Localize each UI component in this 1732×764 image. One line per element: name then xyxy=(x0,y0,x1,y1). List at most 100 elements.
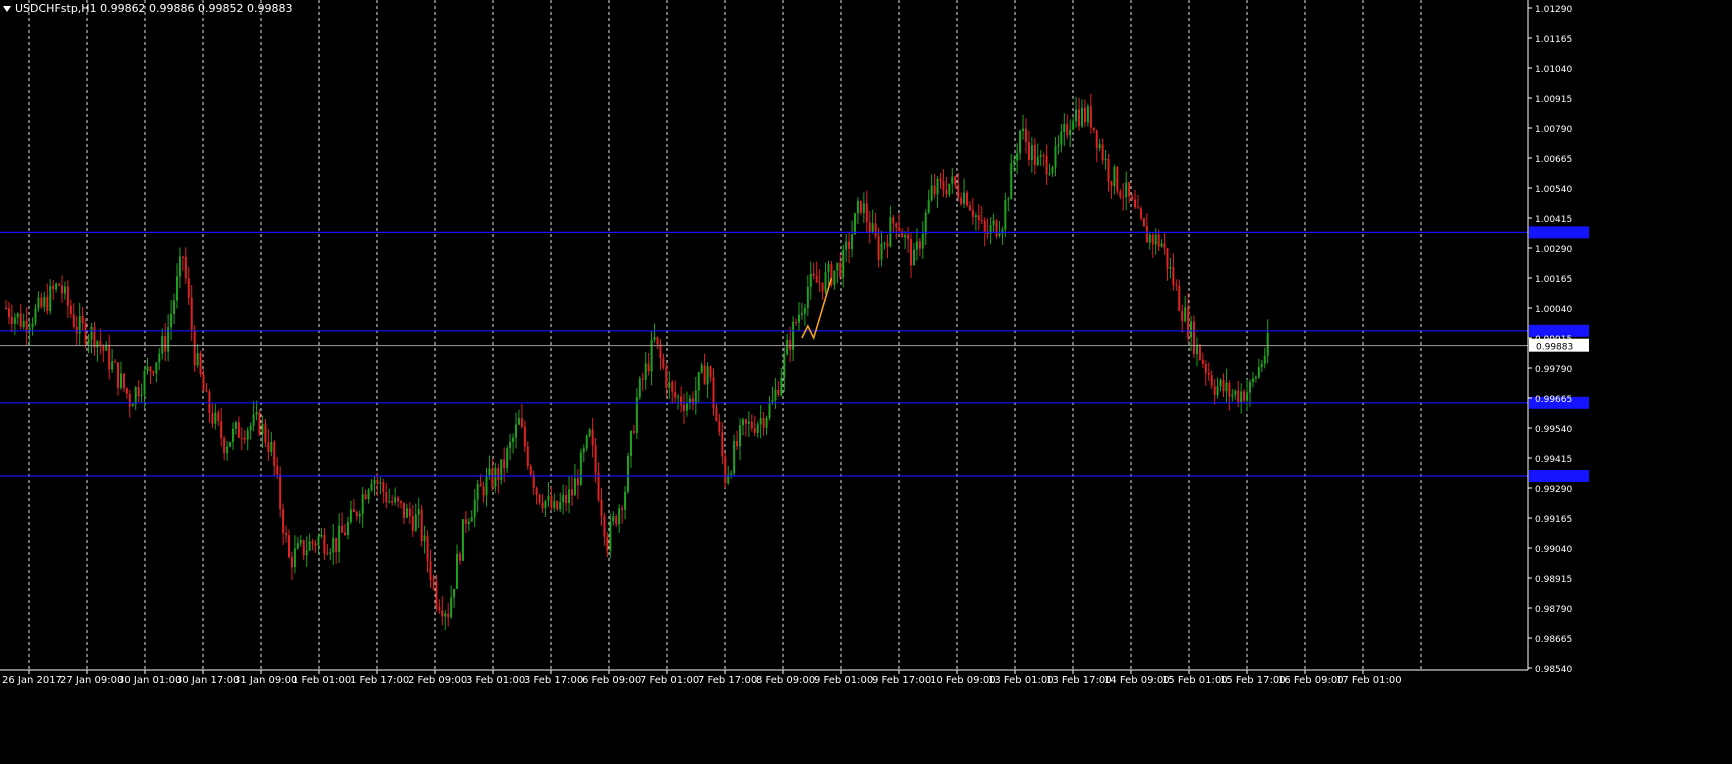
bull-candle xyxy=(741,419,744,426)
y-tick-label: 0.99415 xyxy=(1535,455,1572,465)
bear-candle xyxy=(977,215,980,221)
bull-candle xyxy=(915,241,918,250)
bear-candle xyxy=(1187,307,1190,338)
bear-candle xyxy=(341,525,344,533)
bear-candle xyxy=(335,537,338,552)
bull-candle xyxy=(921,233,924,249)
bull-candle xyxy=(783,354,786,378)
bull-candle xyxy=(349,509,352,523)
x-tick-label: 7 Feb 01:00 xyxy=(640,675,699,686)
bull-candle xyxy=(739,425,742,447)
bear-candle xyxy=(1193,321,1196,354)
bear-candle xyxy=(680,396,683,405)
bear-candle xyxy=(523,426,526,447)
bull-candle xyxy=(231,428,234,443)
bull-candle xyxy=(63,286,66,294)
bull-candle xyxy=(1057,144,1060,147)
chart-canvas[interactable]: 0.99883 1.01290 1.01165 1.01040 1.00915 1.00… xyxy=(0,0,1732,760)
bear-candle xyxy=(715,407,718,422)
bull-candle xyxy=(1069,129,1072,136)
bear-candle xyxy=(117,362,120,388)
bull-candle xyxy=(809,273,812,287)
bear-candle xyxy=(968,205,971,211)
bear-candle xyxy=(211,413,214,424)
bear-candle xyxy=(848,241,851,249)
bear-candle xyxy=(1166,248,1169,269)
bear-candle xyxy=(458,553,461,561)
bear-candle xyxy=(311,541,314,544)
bull-candle xyxy=(862,203,865,213)
bear-candle xyxy=(482,486,485,496)
bull-candle xyxy=(803,307,806,314)
price-chart[interactable]: 0.99883 1.01290 1.01165 1.01040 1.00915 1.00… xyxy=(0,0,1732,760)
bear-candle xyxy=(1157,234,1160,247)
bear-candle xyxy=(815,275,818,283)
bear-candle xyxy=(736,441,739,447)
bear-candle xyxy=(750,421,753,429)
bear-candle xyxy=(918,241,921,249)
bear-candle xyxy=(1128,182,1131,197)
bear-candle xyxy=(576,478,579,486)
bear-candle xyxy=(302,540,305,556)
bear-candle xyxy=(980,220,983,222)
bull-candle xyxy=(1254,377,1257,379)
bear-candle xyxy=(52,285,55,290)
bear-candle xyxy=(1139,208,1142,219)
bull-candle xyxy=(417,509,420,515)
bull-candle xyxy=(562,494,565,502)
bear-candle xyxy=(895,223,898,228)
bull-candle xyxy=(332,537,335,553)
chart-title[interactable]: USDCHFstp,H1 0.99862 0.99886 0.99852 0.9… xyxy=(3,2,293,15)
bear-candle xyxy=(1092,127,1095,131)
bull-candle xyxy=(196,353,199,366)
bull-candle xyxy=(624,491,627,510)
bear-candle xyxy=(364,494,367,499)
bull-candle xyxy=(668,382,671,388)
bear-candle xyxy=(821,282,824,292)
bear-candle xyxy=(193,330,196,366)
bear-candle xyxy=(441,610,444,617)
bear-candle xyxy=(995,220,998,236)
y-tick-label: 1.01040 xyxy=(1535,65,1572,75)
bear-candle xyxy=(789,339,792,350)
bear-candle xyxy=(69,305,72,315)
y-tick-label: 1.00665 xyxy=(1535,155,1572,165)
horizontal-levels[interactable]: 0.99883 xyxy=(0,226,1589,482)
bear-candle xyxy=(886,242,889,247)
bear-candle xyxy=(400,501,403,503)
bull-candle xyxy=(338,525,341,552)
bear-candle xyxy=(1033,144,1036,166)
bull-candle xyxy=(1104,158,1107,161)
bear-candle xyxy=(273,441,276,466)
bear-candle xyxy=(1204,364,1207,373)
bull-candle xyxy=(358,514,361,517)
y-tick-label: 0.98540 xyxy=(1535,665,1572,675)
bear-candle xyxy=(290,557,293,568)
bull-candle xyxy=(774,389,777,401)
bull-candle xyxy=(930,185,933,201)
bull-candle xyxy=(170,313,173,328)
bull-candle xyxy=(143,370,146,395)
x-tick-label: 9 Feb 01:00 xyxy=(814,675,873,686)
bull-candle xyxy=(31,323,34,328)
bear-candle xyxy=(910,239,913,266)
x-tick-label: 6 Feb 09:00 xyxy=(582,675,641,686)
bull-candle xyxy=(226,446,229,454)
bull-candle xyxy=(178,256,181,277)
bear-candle xyxy=(223,438,226,454)
bear-candle xyxy=(603,516,606,537)
bear-candle xyxy=(1107,158,1110,182)
bull-candle xyxy=(367,490,370,499)
y-tick-label: 1.00040 xyxy=(1535,305,1572,315)
bear-candle xyxy=(355,512,358,517)
x-tick-label: 1 Feb 17:00 xyxy=(350,675,409,686)
bear-candle xyxy=(1172,267,1175,286)
bull-candle xyxy=(759,418,762,425)
bull-candle xyxy=(1231,394,1234,397)
bear-candle xyxy=(839,262,842,278)
dropdown-triangle-icon[interactable] xyxy=(3,5,11,12)
x-tick-label: 2 Feb 09:00 xyxy=(408,675,467,686)
bear-candle xyxy=(402,502,405,518)
bull-candle xyxy=(1148,234,1151,243)
bear-candle xyxy=(503,459,506,469)
